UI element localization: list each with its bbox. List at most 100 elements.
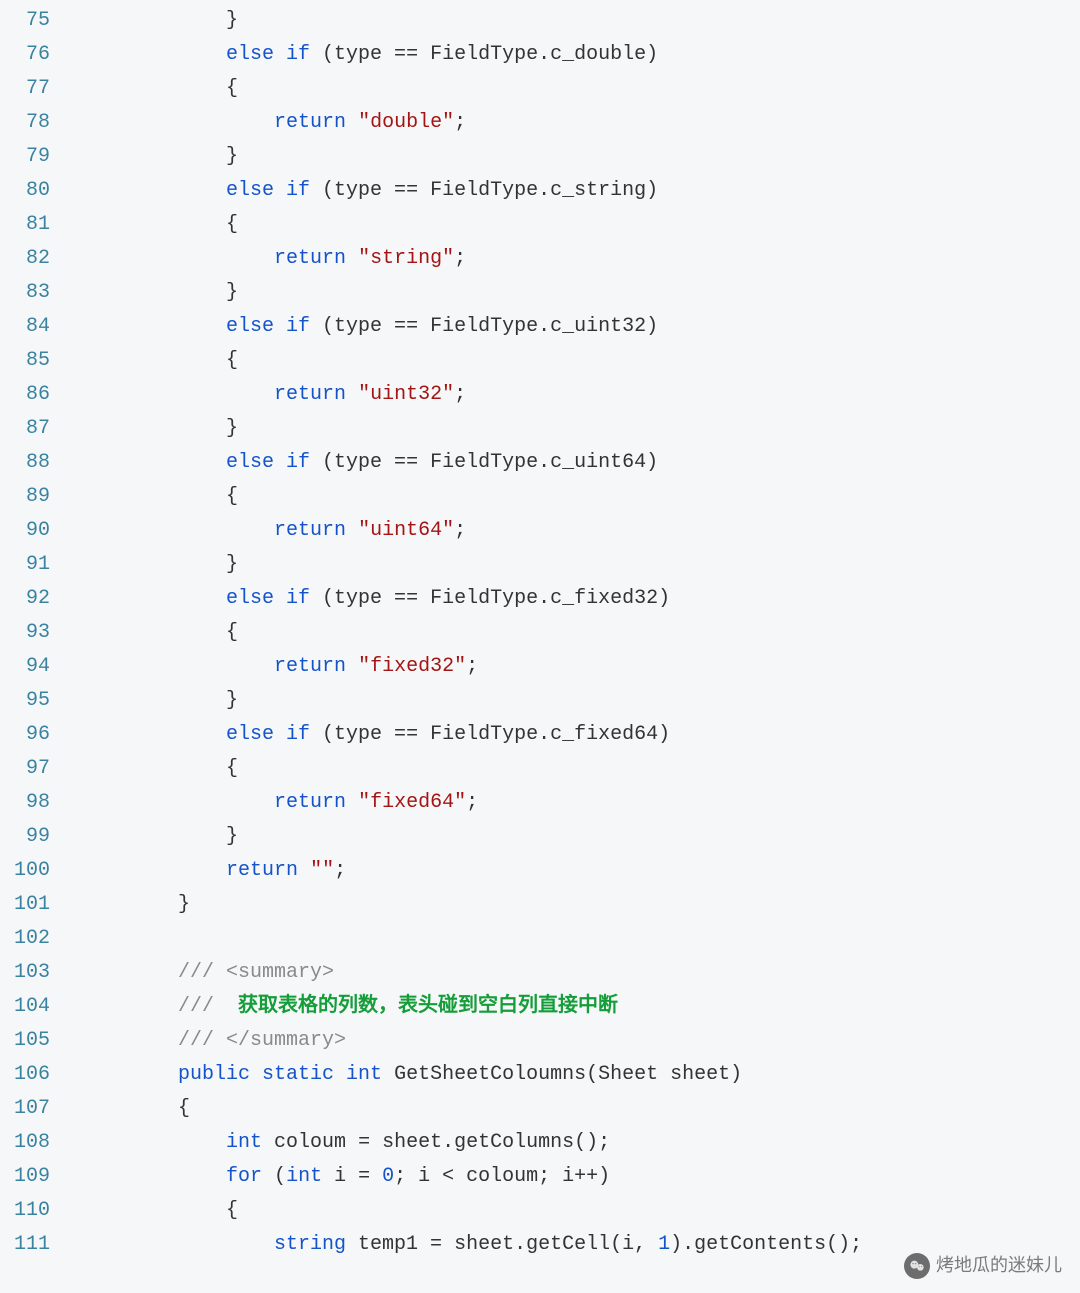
line-number: 91	[0, 548, 62, 582]
watermark-text: 烤地瓜的迷妹儿	[936, 1250, 1062, 1281]
token-kw: else if	[226, 315, 310, 338]
line-number: 81	[0, 208, 62, 242]
token-kw: return	[274, 519, 346, 542]
code-line: else if (type == FieldType.c_uint32)	[82, 310, 1080, 344]
token-pl: (type == FieldType.c_uint32)	[310, 315, 658, 338]
token-str: "string"	[358, 247, 454, 270]
code-line: {	[82, 208, 1080, 242]
token-pl: ;	[454, 519, 466, 542]
token-pl: {	[82, 213, 238, 236]
token-num: 0	[382, 1165, 394, 1188]
token-pl	[82, 995, 178, 1018]
token-pl: ;	[454, 247, 466, 270]
token-pl	[82, 111, 274, 134]
token-pl: ;	[454, 383, 466, 406]
token-pl: }	[82, 281, 238, 304]
token-kw: return	[274, 383, 346, 406]
watermark: 烤地瓜的迷妹儿	[904, 1250, 1062, 1281]
line-number: 76	[0, 38, 62, 72]
code-line: }	[82, 548, 1080, 582]
token-pl	[82, 1063, 178, 1086]
code-line: {	[82, 344, 1080, 378]
token-pl	[82, 859, 226, 882]
token-kw: else if	[226, 723, 310, 746]
token-pl	[82, 1029, 178, 1052]
token-pl	[346, 791, 358, 814]
line-number: 103	[0, 956, 62, 990]
token-kw: else if	[226, 451, 310, 474]
line-number: 96	[0, 718, 62, 752]
token-pl	[82, 961, 178, 984]
code-line: {	[82, 616, 1080, 650]
code-line: }	[82, 276, 1080, 310]
code-line: else if (type == FieldType.c_string)	[82, 174, 1080, 208]
line-number: 83	[0, 276, 62, 310]
token-doctxt: 获取表格的列数，表头碰到空白列直接中断	[226, 995, 618, 1018]
line-number: 82	[0, 242, 62, 276]
code-line: else if (type == FieldType.c_uint64)	[82, 446, 1080, 480]
token-pl	[346, 383, 358, 406]
line-number: 95	[0, 684, 62, 718]
code-line: return "fixed64";	[82, 786, 1080, 820]
code-line: }	[82, 140, 1080, 174]
line-number: 93	[0, 616, 62, 650]
token-pl	[346, 519, 358, 542]
line-number-gutter: 7576777879808182838485868788899091929394…	[0, 4, 62, 1262]
token-pl: (type == FieldType.c_fixed64)	[310, 723, 670, 746]
code-line: }	[82, 412, 1080, 446]
code-line: }	[82, 684, 1080, 718]
code-line: {	[82, 480, 1080, 514]
code-line	[82, 922, 1080, 956]
token-pl	[82, 655, 274, 678]
line-number: 86	[0, 378, 62, 412]
token-str: "uint32"	[358, 383, 454, 406]
line-number: 84	[0, 310, 62, 344]
token-pl: ).getContents();	[670, 1233, 862, 1256]
code-line: return "";	[82, 854, 1080, 888]
token-pl: ; i < coloum; i++)	[394, 1165, 610, 1188]
line-number: 87	[0, 412, 62, 446]
token-pl: GetSheetColoumns(Sheet sheet)	[382, 1063, 742, 1086]
token-pl	[82, 43, 226, 66]
code-line: /// 获取表格的列数，表头碰到空白列直接中断	[82, 990, 1080, 1024]
token-pl: {	[82, 1199, 238, 1222]
token-kw: return	[274, 111, 346, 134]
token-doc: ///	[178, 961, 226, 984]
token-kw: return	[274, 247, 346, 270]
line-number: 97	[0, 752, 62, 786]
token-kw: else if	[226, 43, 310, 66]
code-line: int coloum = sheet.getColumns();	[82, 1126, 1080, 1160]
token-kw: int	[226, 1131, 262, 1154]
code-editor: 7576777879808182838485868788899091929394…	[0, 0, 1080, 1270]
token-pl	[82, 383, 274, 406]
token-pl: (type == FieldType.c_uint64)	[310, 451, 658, 474]
code-area: } else if (type == FieldType.c_double) {…	[62, 4, 1080, 1262]
code-line: {	[82, 72, 1080, 106]
token-pl: (type == FieldType.c_string)	[310, 179, 658, 202]
token-pl	[82, 791, 274, 814]
token-str: "fixed32"	[358, 655, 466, 678]
token-pl	[82, 451, 226, 474]
token-pl: ;	[466, 791, 478, 814]
line-number: 88	[0, 446, 62, 480]
code-line: else if (type == FieldType.c_fixed32)	[82, 582, 1080, 616]
token-str: ""	[310, 859, 334, 882]
token-pl: {	[82, 485, 238, 508]
token-pl	[82, 1165, 226, 1188]
code-line: return "uint64";	[82, 514, 1080, 548]
line-number: 100	[0, 854, 62, 888]
token-docxml: <summary>	[226, 961, 334, 984]
token-kw: else if	[226, 587, 310, 610]
line-number: 92	[0, 582, 62, 616]
token-pl: ;	[466, 655, 478, 678]
token-pl: ;	[454, 111, 466, 134]
code-line: {	[82, 752, 1080, 786]
line-number: 75	[0, 4, 62, 38]
token-pl	[298, 859, 310, 882]
token-pl: coloum = sheet.getColumns();	[262, 1131, 610, 1154]
line-number: 85	[0, 344, 62, 378]
token-str: "fixed64"	[358, 791, 466, 814]
line-number: 108	[0, 1126, 62, 1160]
token-num: 1	[658, 1233, 670, 1256]
line-number: 105	[0, 1024, 62, 1058]
